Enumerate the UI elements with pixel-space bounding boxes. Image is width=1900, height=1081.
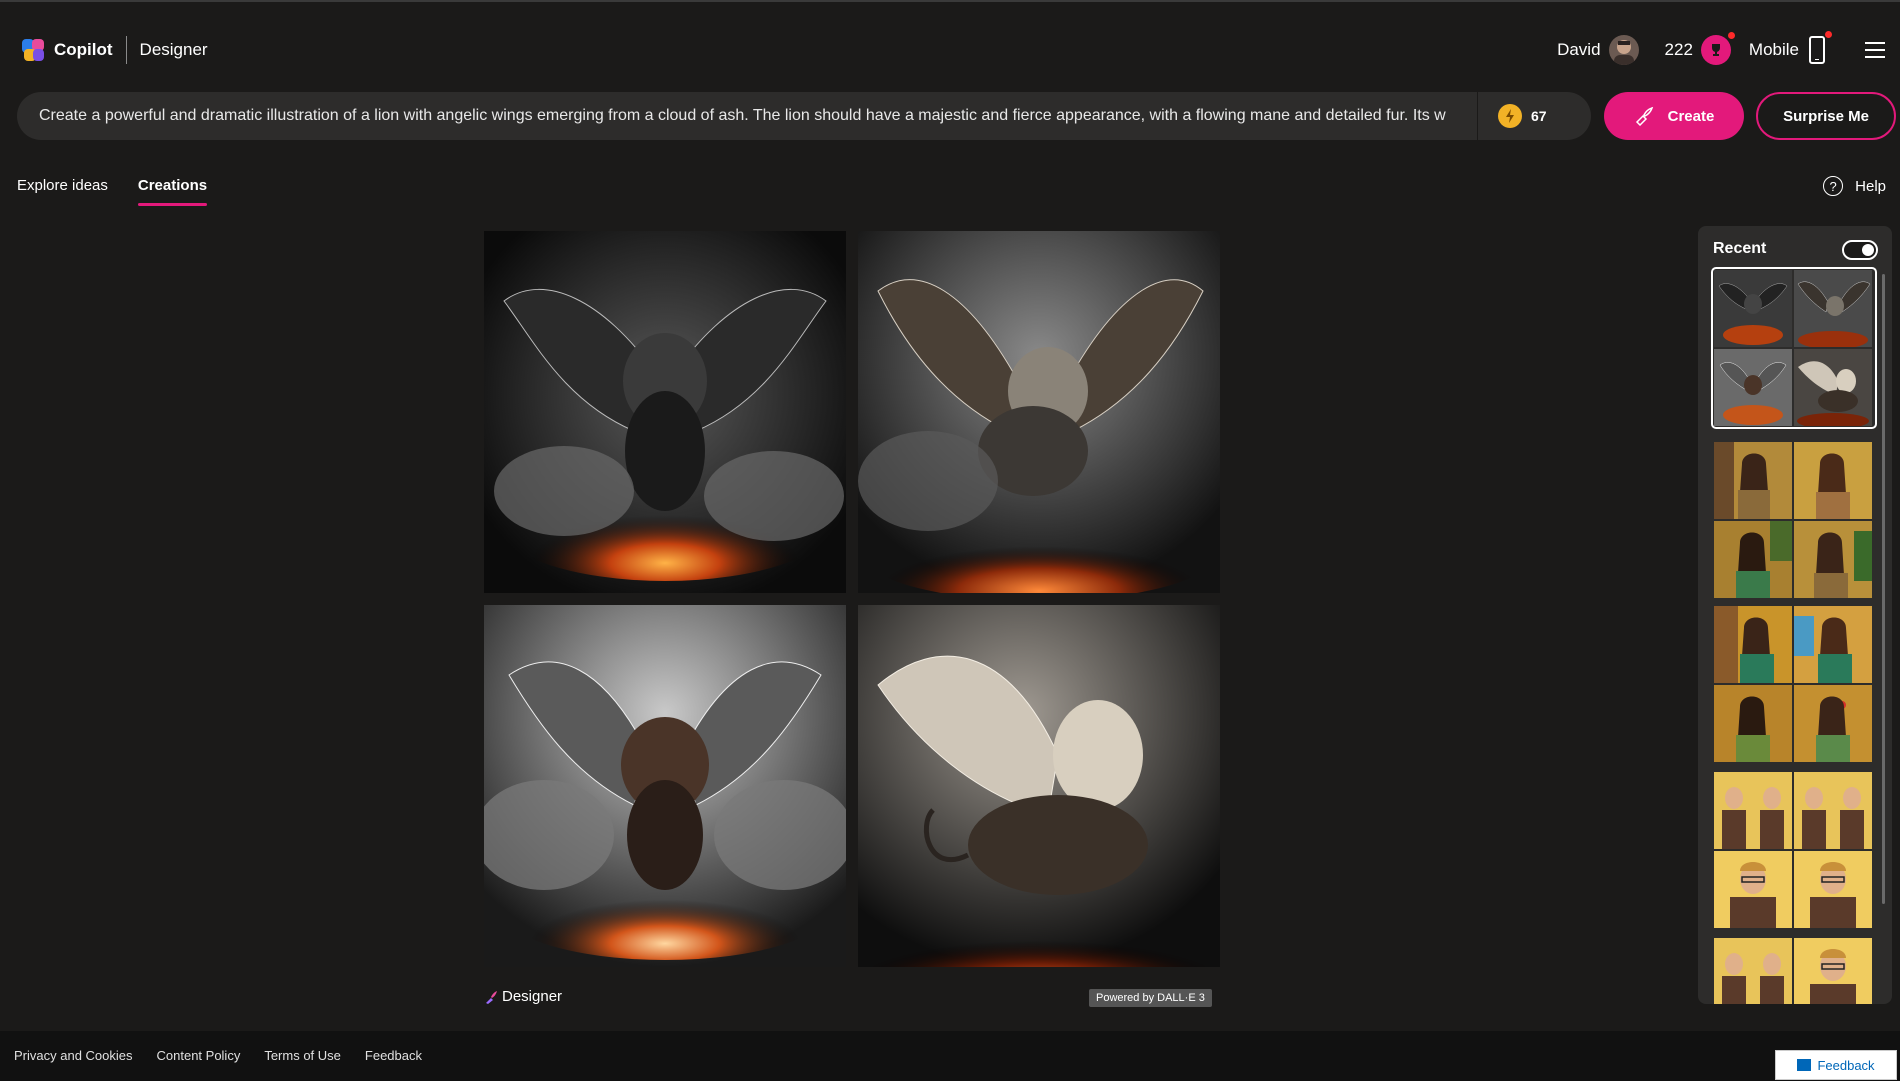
powered-by-badge: Powered by DALL·E 3 <box>1089 989 1212 1007</box>
designer-label: Designer <box>502 988 563 1005</box>
brand[interactable]: Copilot Designer <box>20 35 208 65</box>
boosts-count: 67 <box>1531 108 1547 124</box>
recent-toggle[interactable] <box>1842 240 1878 260</box>
prompt-bar: Create a powerful and dramatic illustrat… <box>17 92 1591 140</box>
prompt-divider <box>1477 92 1478 140</box>
generated-image-1[interactable] <box>484 231 846 593</box>
lion-thumbnail <box>1714 270 1792 347</box>
woman-thumbnail <box>1794 521 1872 598</box>
points-count[interactable]: 222 <box>1665 40 1693 60</box>
notification-dot <box>1727 32 1735 39</box>
generated-image-4[interactable] <box>858 605 1220 967</box>
recent-item[interactable] <box>1714 606 1874 762</box>
mobile-label[interactable]: Mobile <box>1749 40 1799 60</box>
man-thumbnail <box>1794 938 1872 1004</box>
footer-links: Privacy and Cookies Content Policy Terms… <box>14 1048 446 1063</box>
user-name[interactable]: David <box>1557 40 1600 60</box>
header: Copilot Designer David 222 Mobile <box>0 2 1900 88</box>
winged-lion-image <box>858 231 1220 593</box>
generated-image-2[interactable] <box>858 231 1220 593</box>
scrollbar[interactable] <box>1882 274 1885 904</box>
designer-brand: Designer <box>485 988 562 1005</box>
man-thumbnail <box>1714 938 1792 1004</box>
woman-thumbnail <box>1794 442 1872 519</box>
recent-item[interactable] <box>1711 267 1877 429</box>
woman-thumbnail <box>1714 442 1792 519</box>
woman-thumbnail <box>1714 606 1792 683</box>
chat-bubble-icon <box>1797 1059 1812 1071</box>
recent-title: Recent <box>1713 240 1767 257</box>
help-label: Help <box>1855 177 1886 195</box>
brand-name: Copilot <box>54 40 113 59</box>
trophy-icon[interactable] <box>1700 32 1735 65</box>
woman-thumbnail <box>1794 606 1872 683</box>
lion-thumbnail <box>1794 349 1872 426</box>
prompt-input[interactable]: Create a powerful and dramatic illustrat… <box>17 92 1477 140</box>
winged-lion-image <box>484 231 846 593</box>
winged-lion-image <box>858 605 1220 967</box>
tab-creations[interactable]: Creations <box>137 177 208 207</box>
footer: Privacy and Cookies Content Policy Terms… <box>0 1031 1900 1081</box>
create-icon <box>1634 106 1654 127</box>
lightning-icon <box>1498 104 1522 128</box>
man-thumbnail <box>1714 772 1792 849</box>
winged-lion-image <box>484 605 846 967</box>
create-button[interactable]: Create <box>1604 92 1744 140</box>
woman-thumbnail <box>1714 685 1792 762</box>
tabs: Explore ideas Creations <box>17 177 237 207</box>
feedback-label: Feedback <box>1817 1057 1875 1073</box>
woman-thumbnail <box>1714 521 1792 598</box>
phone-icon[interactable] <box>1809 31 1832 64</box>
help-link[interactable]: ? Help <box>1823 176 1886 196</box>
avatar[interactable] <box>1608 35 1639 65</box>
copilot-logo-icon <box>20 37 46 63</box>
lion-thumbnail <box>1714 349 1792 426</box>
recent-item[interactable] <box>1714 938 1874 1004</box>
man-thumbnail <box>1794 851 1872 928</box>
footer-link-content-policy[interactable]: Content Policy <box>157 1048 241 1063</box>
tab-explore-ideas[interactable]: Explore ideas <box>17 177 108 207</box>
footer-link-terms[interactable]: Terms of Use <box>264 1048 341 1063</box>
menu-icon[interactable] <box>1865 42 1885 58</box>
brand-divider <box>125 36 127 64</box>
help-icon: ? <box>1823 176 1844 196</box>
feedback-button[interactable]: Feedback <box>1775 1050 1897 1080</box>
designer-logo-icon <box>485 990 497 1004</box>
recent-item[interactable] <box>1714 442 1874 598</box>
footer-link-feedback[interactable]: Feedback <box>365 1048 422 1063</box>
lion-thumbnail <box>1794 270 1872 347</box>
footer-link-privacy[interactable]: Privacy and Cookies <box>14 1048 133 1063</box>
recent-panel: Recent <box>1698 226 1892 1004</box>
boosts-counter[interactable]: 67 <box>1498 104 1547 128</box>
user-area: David 222 Mobile <box>1557 30 1900 70</box>
woman-thumbnail <box>1794 685 1872 762</box>
recent-item[interactable] <box>1714 772 1874 928</box>
man-thumbnail <box>1714 851 1792 928</box>
create-label: Create <box>1667 107 1715 125</box>
surprise-me-button[interactable]: Surprise Me <box>1756 92 1896 140</box>
generated-image-3[interactable] <box>484 605 846 967</box>
notification-dot <box>1825 31 1832 38</box>
man-thumbnail <box>1794 772 1872 849</box>
product-name: Designer <box>139 40 208 59</box>
